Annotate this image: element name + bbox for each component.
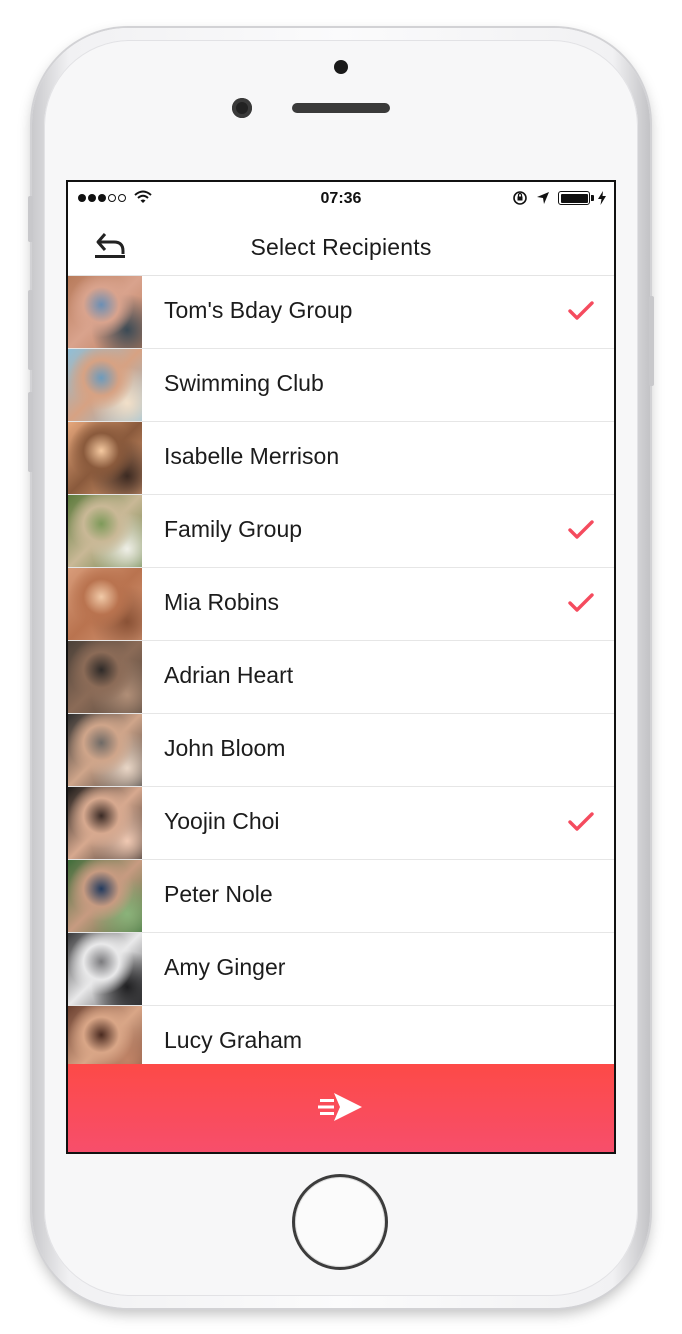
recipient-name: Lucy Graham [164, 1027, 303, 1053]
battery-icon [558, 191, 594, 205]
checkmark-icon [568, 812, 594, 831]
recipient-row[interactable]: Lucy Graham [68, 1006, 614, 1066]
power-button [649, 296, 654, 386]
recipient-name: Tom's Bday Group [164, 297, 353, 323]
home-button[interactable] [292, 1174, 388, 1270]
recipients-list: Tom's Bday Group Swimming Club Isabelle Me… [68, 276, 614, 1066]
charging-bolt-icon [598, 191, 606, 205]
send-button[interactable] [68, 1064, 614, 1152]
avatar [68, 276, 142, 348]
recipient-name: Amy Ginger [164, 954, 286, 980]
avatar [68, 933, 142, 1005]
avatar [68, 714, 142, 786]
volume-down-button [28, 392, 33, 472]
proximity-sensor [334, 60, 348, 74]
recipient-row[interactable]: Amy Ginger [68, 933, 614, 1006]
recipient-row[interactable]: John Bloom [68, 714, 614, 787]
checkmark-icon [568, 593, 594, 612]
recipient-name: Swimming Club [164, 370, 324, 396]
avatar [68, 349, 142, 421]
checkmark-icon [568, 301, 594, 320]
recipient-name: Peter Nole [164, 881, 273, 907]
recipient-row[interactable]: Yoojin Choi [68, 787, 614, 860]
mute-switch [28, 196, 33, 242]
recipient-row[interactable]: Family Group [68, 495, 614, 568]
avatar [68, 422, 142, 494]
recipient-name: Yoojin Choi [164, 808, 280, 834]
avatar [68, 495, 142, 567]
recipient-row[interactable]: Peter Nole [68, 860, 614, 933]
recipient-name: Adrian Heart [164, 662, 294, 688]
checkmark-icon [568, 520, 594, 539]
avatar [68, 1006, 142, 1066]
status-bar: 07:36 [68, 182, 614, 216]
avatar [68, 860, 142, 932]
app-screen: 07:36 Select Recipients Tom's Bday Group… [66, 180, 616, 1154]
recipient-row[interactable]: Isabelle Merrison [68, 422, 614, 495]
recipient-name: Isabelle Merrison [164, 443, 340, 469]
avatar [68, 641, 142, 713]
front-camera [232, 98, 252, 118]
status-indicators [512, 190, 606, 206]
volume-up-button [28, 290, 33, 370]
avatar [68, 568, 142, 640]
earpiece-speaker [292, 103, 390, 113]
location-arrow-icon [537, 192, 549, 204]
recipient-row[interactable]: Swimming Club [68, 349, 614, 422]
battery-level [560, 193, 588, 203]
recipient-name: Family Group [164, 516, 303, 542]
navigation-bar: Select Recipients [68, 216, 614, 276]
page-title: Select Recipients [250, 234, 432, 260]
send-arrow-icon [318, 1093, 362, 1121]
recipient-row[interactable]: Adrian Heart [68, 641, 614, 714]
recipient-name: Mia Robins [164, 589, 280, 615]
rotation-lock-icon [513, 191, 527, 205]
recipient-row[interactable]: Mia Robins [68, 568, 614, 641]
avatar [68, 787, 142, 859]
recipient-row[interactable]: Tom's Bday Group [68, 276, 614, 349]
recipient-name: John Bloom [164, 735, 286, 761]
